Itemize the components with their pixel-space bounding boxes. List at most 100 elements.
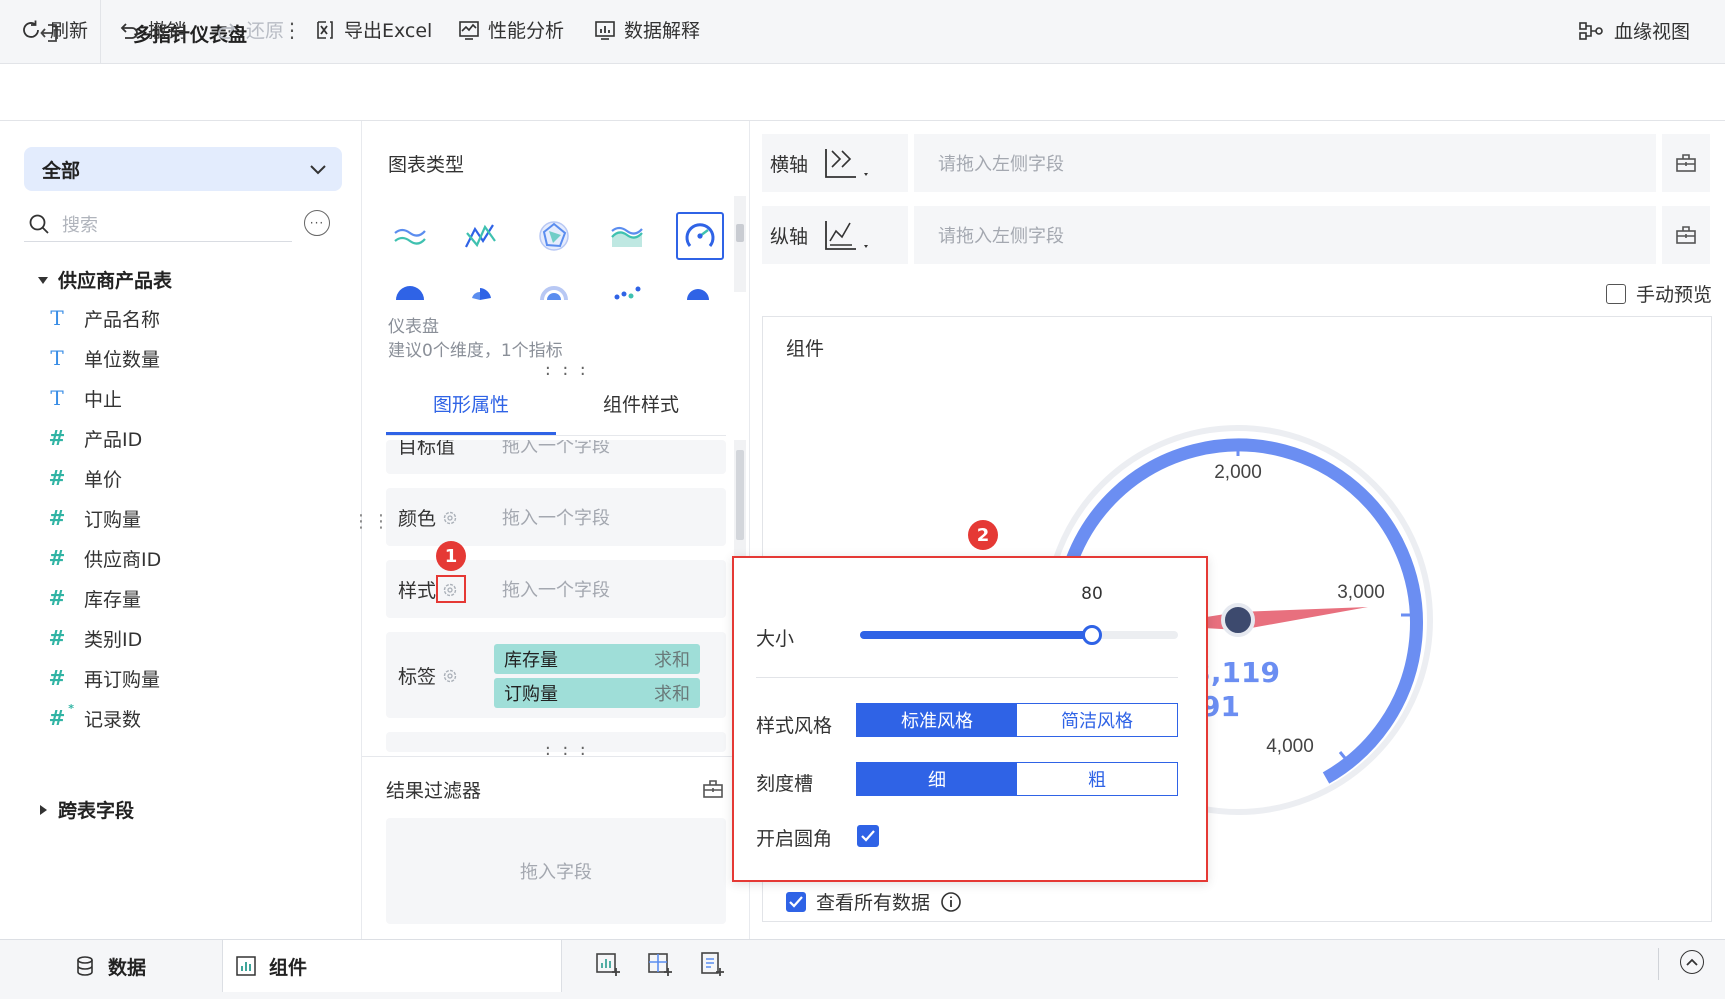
y-axis-icon[interactable] [822, 215, 870, 255]
tick-thick-option[interactable]: 粗 [1017, 763, 1177, 795]
data-tab[interactable]: 数据 [74, 940, 146, 992]
gear-icon[interactable] [442, 668, 458, 684]
target-value-drop[interactable]: 拖入一个字段 [502, 440, 610, 458]
y-axis-settings-button[interactable] [1662, 206, 1710, 264]
chip-aggregation[interactable]: 求和 [654, 680, 690, 706]
chart-type-pie[interactable] [388, 284, 432, 300]
pie-chart-icon [396, 286, 424, 300]
color-label: 颜色 [398, 504, 458, 531]
scope-value: 全部 [42, 159, 81, 182]
gauge-chart-icon [685, 223, 715, 247]
checkbox-box[interactable] [786, 891, 806, 912]
field-item[interactable]: # 产品ID [46, 423, 143, 453]
refresh-button[interactable]: 刷新 [20, 16, 88, 43]
x-axis-drop-zone[interactable]: 请拖入左侧字段 [914, 134, 1656, 192]
chart-type-gauge[interactable] [676, 212, 724, 260]
database-icon [77, 956, 93, 976]
label-row[interactable]: 标签 库存量 求和 订购量 求和 [386, 632, 726, 718]
more-options-button[interactable]: ⋮ [282, 18, 302, 42]
field-item[interactable]: T 单位数量 [46, 343, 160, 373]
size-slider-handle[interactable] [1082, 625, 1102, 645]
gear-icon[interactable] [442, 510, 458, 526]
chart-type-ring[interactable] [532, 284, 576, 300]
chart-type-radar[interactable] [532, 214, 576, 258]
data-explain-button[interactable]: 数据解释 [594, 16, 700, 43]
field-item[interactable]: T 中止 [46, 383, 122, 413]
field-chip-stock[interactable]: 库存量 求和 [494, 644, 700, 674]
scope-select[interactable]: 全部 [24, 147, 342, 191]
chart-type-rose[interactable] [458, 284, 502, 300]
gauge-tick-label: 2,000 [1214, 462, 1262, 483]
chart-type-radar-lines[interactable] [458, 214, 502, 258]
style-gear-highlight [436, 575, 466, 603]
field-item[interactable]: # 库存量 [46, 583, 141, 613]
chart-type-multi-line[interactable] [388, 214, 432, 258]
add-dashboard-button[interactable] [644, 948, 676, 980]
style-simple-option[interactable]: 简洁风格 [1017, 704, 1177, 736]
component-tab[interactable]: 组件 [222, 940, 562, 992]
add-component-button[interactable] [592, 948, 624, 980]
field-chip-orders[interactable]: 订购量 求和 [494, 678, 700, 708]
annotation-badge-2: 2 [968, 520, 998, 550]
label-label-text: 标签 [398, 666, 437, 688]
tab-component-style[interactable]: 组件样式 [556, 390, 726, 417]
view-all-data-checkbox[interactable]: 查看所有数据 [786, 888, 962, 915]
chart-type-scatter[interactable] [605, 284, 649, 300]
redo-button[interactable]: 还原 [216, 16, 284, 43]
table-group-supplier-products[interactable]: 供应商产品表 [38, 266, 172, 293]
x-axis-settings-button[interactable] [1662, 134, 1710, 192]
field-item[interactable]: # 订购量 [46, 503, 141, 533]
chart-type-area[interactable] [605, 214, 649, 258]
number-field-icon: # [48, 426, 66, 450]
tab-graphic-properties[interactable]: 图形属性 [386, 390, 556, 417]
color-drop-zone[interactable]: 拖入一个字段 [502, 504, 610, 530]
checkbox-box[interactable] [1606, 283, 1626, 304]
manual-preview-checkbox[interactable]: 手动预览 [1606, 280, 1712, 307]
filter-drop-zone[interactable]: 拖入字段 [386, 818, 726, 924]
y-axis-label-box: 纵轴 [762, 206, 908, 264]
color-row[interactable]: 颜色 拖入一个字段 [386, 488, 726, 546]
lineage-label: 血缘视图 [1614, 21, 1691, 43]
target-value-row[interactable]: 目标值 拖入一个字段 [386, 440, 726, 474]
style-drop-zone[interactable]: 拖入一个字段 [502, 576, 610, 602]
export-excel-button[interactable]: 导出Excel [314, 16, 432, 43]
calculated-marker: * [68, 702, 74, 715]
filter-settings-button[interactable] [702, 778, 724, 800]
performance-button[interactable]: 性能分析 [458, 16, 564, 43]
add-report-button[interactable] [696, 948, 728, 980]
chart-type-scrollbar[interactable] [734, 196, 746, 292]
field-item[interactable]: # 再订购量 [46, 663, 160, 693]
style-type-segmented: 标准风格 简洁风格 [856, 703, 1178, 737]
collapse-button[interactable] [1680, 950, 1704, 974]
style-standard-option[interactable]: 标准风格 [857, 704, 1017, 736]
field-item[interactable]: # 供应商ID [46, 543, 162, 573]
search-more-button[interactable]: ··· [304, 210, 330, 236]
chip-aggregation[interactable]: 求和 [654, 646, 690, 672]
info-icon[interactable] [940, 891, 962, 913]
lineage-view-button[interactable]: 血缘视图 [1578, 17, 1690, 44]
chart-hint: 建议0个维度，1个指标 [388, 341, 563, 361]
filter-resize-handle[interactable]: · · · · · · [545, 740, 589, 764]
table-group-cross-table[interactable]: 跨表字段 [38, 796, 134, 823]
popup-divider [756, 677, 1178, 678]
field-name: 单位数量 [84, 348, 161, 371]
x-axis-icon[interactable] [822, 143, 870, 183]
radar-line-chart-icon [465, 224, 496, 248]
style-label-text: 样式 [398, 580, 437, 602]
field-item[interactable]: T 产品名称 [46, 303, 160, 333]
field-item[interactable]: # * 记录数 [46, 702, 141, 733]
number-field-icon: # [48, 666, 66, 690]
tick-thin-option[interactable]: 细 [857, 763, 1017, 795]
rounded-corner-checkbox[interactable] [857, 825, 879, 847]
section-resize-handle[interactable]: · · · · · · [545, 360, 589, 384]
field-item[interactable]: # 类别ID [46, 623, 143, 653]
caret-down-icon [38, 276, 48, 284]
property-scroll-thumb[interactable] [736, 450, 744, 540]
undo-button[interactable]: 撤销 [118, 16, 186, 43]
chart-type-bubble[interactable] [676, 284, 720, 300]
x-axis-label-box: 横轴 [762, 134, 908, 192]
chart-type-scroll-thumb[interactable] [736, 224, 744, 242]
field-item[interactable]: # 单价 [46, 463, 122, 493]
search-input[interactable]: 搜索 [24, 206, 292, 242]
y-axis-drop-zone[interactable]: 请拖入左侧字段 [914, 206, 1656, 264]
